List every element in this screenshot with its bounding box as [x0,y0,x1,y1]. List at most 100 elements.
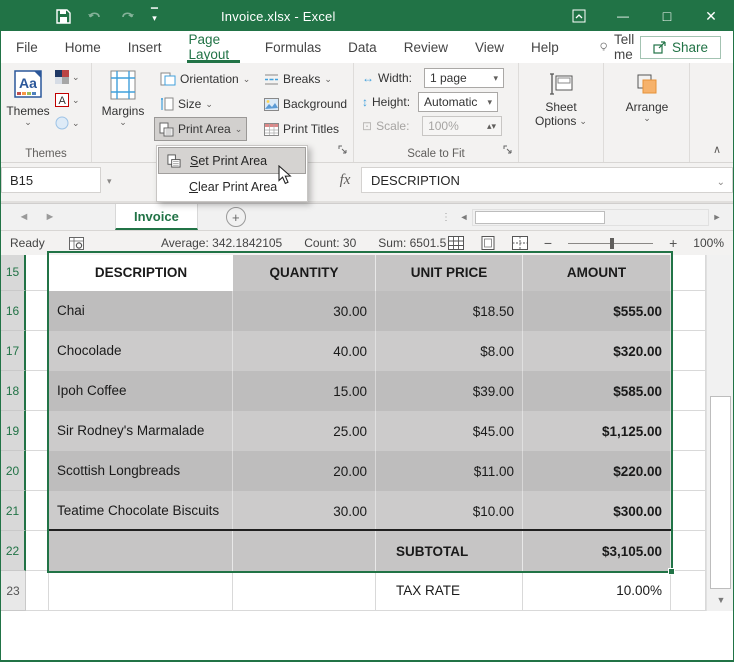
horizontal-scrollbar-thumb[interactable] [475,211,605,224]
cell-C18[interactable]: 15.00 [233,371,376,411]
cell-D23[interactable]: TAX RATE [376,571,523,611]
cell-A16[interactable] [26,291,49,331]
cell-D17[interactable]: $8.00 [376,331,523,371]
name-box[interactable]: B15 [1,167,101,193]
cell-F18[interactable] [671,371,706,411]
cell-B20[interactable]: Scottish Longbreads [49,451,233,491]
cell-A19[interactable] [26,411,49,451]
cell-B15[interactable]: DESCRIPTION [49,253,233,291]
cell-F17[interactable] [671,331,706,371]
cell-E16[interactable]: $555.00 [523,291,671,331]
cell-F15[interactable] [671,253,706,291]
cell-C17[interactable]: 40.00 [233,331,376,371]
cell-A18[interactable] [26,371,49,411]
cell-C21[interactable]: 30.00 [233,491,376,531]
arrange-button[interactable]: Arrange ⌄ [618,67,676,122]
cell-D21[interactable]: $10.00 [376,491,523,531]
cell-B18[interactable]: Ipoh Coffee [49,371,233,411]
tab-help[interactable]: Help [531,31,559,63]
tab-home[interactable]: Home [65,31,101,63]
theme-fonts-button[interactable]: A ⌄ [55,90,80,109]
cell-F20[interactable] [671,451,706,491]
orientation-button[interactable]: Orientation⌄ [156,67,254,91]
page-layout-view-icon[interactable] [480,236,496,250]
cell-A21[interactable] [26,491,49,531]
cell-B19[interactable]: Sir Rodney's Marmalade [49,411,233,451]
row-header-17[interactable]: 17 [1,331,26,371]
height-select[interactable]: Automatic▾ [418,92,498,112]
hscroll-right-icon[interactable]: ► [709,212,725,222]
tab-formulas[interactable]: Formulas [265,31,321,63]
cell-B16[interactable]: Chai [49,291,233,331]
cell-D19[interactable]: $45.00 [376,411,523,451]
cell-A20[interactable] [26,451,49,491]
tab-insert[interactable]: Insert [128,31,162,63]
tab-view[interactable]: View [475,31,504,63]
fill-handle[interactable] [668,568,675,575]
cell-B22[interactable] [49,531,233,571]
collapse-ribbon-icon[interactable]: ∧ [713,143,721,156]
row-header-23[interactable]: 23 [1,571,26,611]
cell-C15[interactable]: QUANTITY [233,253,376,291]
redo-icon[interactable] [119,9,135,23]
add-sheet-icon[interactable]: + [226,207,246,227]
hscroll-left-icon[interactable]: ◄ [456,212,472,222]
size-button[interactable]: Size⌄ [156,92,217,116]
zoom-in-icon[interactable]: + [669,235,677,251]
sheet-tab-invoice[interactable]: Invoice [115,204,198,230]
cell-B17[interactable]: Chocolade [49,331,233,371]
normal-view-icon[interactable] [448,236,464,250]
zoom-slider[interactable] [568,243,653,244]
cell-A22[interactable] [26,531,49,571]
tab-options-dots-icon[interactable]: ⋮ [441,212,452,223]
cell-D16[interactable]: $18.50 [376,291,523,331]
theme-colors-button[interactable]: ⌄ [55,67,80,86]
row-header-18[interactable]: 18 [1,371,26,411]
cell-E22[interactable]: $3,105.00 [523,531,671,571]
cell-E20[interactable]: $220.00 [523,451,671,491]
sheet-nav-right-icon[interactable]: ► [37,211,63,223]
width-select[interactable]: 1 page▾ [424,68,504,88]
cell-B23[interactable] [49,571,233,611]
tab-data[interactable]: Data [348,31,377,63]
cell-E23[interactable]: 10.00% [523,571,671,611]
cell-E18[interactable]: $585.00 [523,371,671,411]
breaks-button[interactable]: Breaks⌄ [260,67,336,91]
tell-me[interactable]: Tell me [600,32,640,62]
cell-F21[interactable] [671,491,706,531]
cell-C20[interactable]: 20.00 [233,451,376,491]
zoom-slider-thumb[interactable] [610,238,614,249]
formula-expand-icon[interactable]: ⌄ [717,177,725,188]
ribbon-display-options-icon[interactable] [557,1,601,31]
background-button[interactable]: Background [260,92,351,116]
sheet-nav-left-icon[interactable]: ◄ [11,211,37,223]
row-header-16[interactable]: 16 [1,291,26,331]
print-titles-button[interactable]: Print Titles [260,117,343,141]
cell-E15[interactable]: AMOUNT [523,253,671,291]
name-box-arrow-icon[interactable]: ▾ [107,176,112,187]
row-header-21[interactable]: 21 [1,491,26,531]
zoom-out-icon[interactable]: − [544,235,552,251]
cell-E21[interactable]: $300.00 [523,491,671,531]
cell-A15[interactable] [26,253,49,291]
print-area-button[interactable]: Print Area⌄ [154,117,247,141]
cell-D20[interactable]: $11.00 [376,451,523,491]
cell-F22[interactable] [671,531,706,571]
close-icon[interactable]: ✕ [689,1,733,31]
scale-to-fit-dialog-launcher-icon[interactable] [503,144,513,158]
themes-button[interactable]: Aa Themes ⌄ [6,65,50,126]
share-button[interactable]: Share [640,36,721,59]
cell-F16[interactable] [671,291,706,331]
formula-input[interactable]: DESCRIPTION [361,167,733,193]
row-header-19[interactable]: 19 [1,411,26,451]
qat-customize-icon[interactable]: ▔▾ [151,11,158,21]
margins-button[interactable]: Margins ⌄ [100,65,146,126]
cell-E17[interactable]: $320.00 [523,331,671,371]
scroll-down-icon[interactable]: ▼ [707,589,734,611]
cell-F19[interactable] [671,411,706,451]
maximize-icon[interactable]: □ [645,1,689,31]
row-header-20[interactable]: 20 [1,451,26,491]
cell-C22[interactable] [233,531,376,571]
row-header-22[interactable]: 22 [1,531,26,571]
cell-F23[interactable] [671,571,706,611]
